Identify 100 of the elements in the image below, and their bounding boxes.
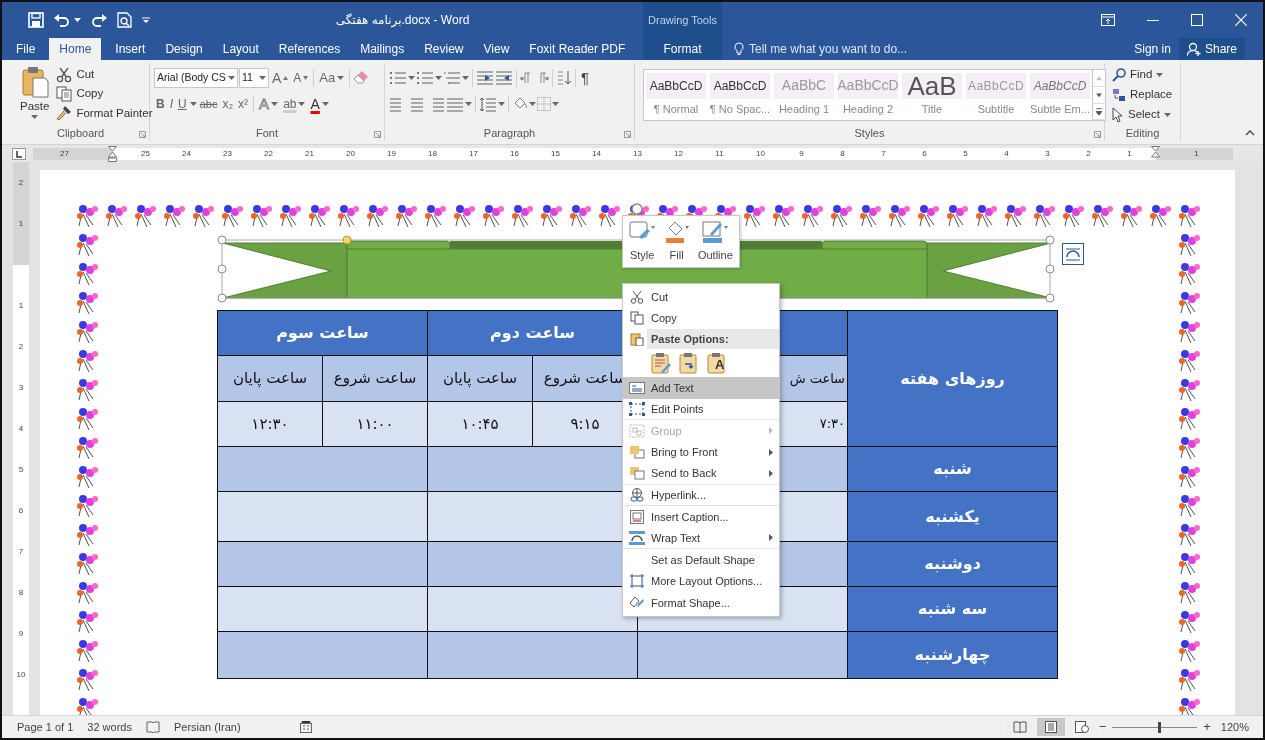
editing-command[interactable]: Find [1109, 65, 1176, 85]
grow-font-button[interactable]: A [270, 67, 291, 89]
strikethrough-button[interactable]: abc [197, 95, 220, 113]
caret-icon[interactable] [1163, 113, 1171, 117]
view-button[interactable] [1036, 718, 1065, 736]
ribbon-tab[interactable]: Design [155, 38, 213, 60]
ribbon-tab[interactable]: Review [414, 38, 474, 60]
eraser-icon[interactable] [353, 70, 370, 86]
tell-me-field[interactable]: Tell me what you want to do... [749, 40, 908, 58]
caret-icon[interactable] [462, 76, 469, 80]
maximize-icon[interactable] [1191, 14, 1203, 26]
caret-icon[interactable] [31, 115, 39, 120]
line-spacing-icon[interactable] [479, 96, 497, 112]
zoom-out-button[interactable]: − [1098, 717, 1107, 737]
sign-in-link[interactable]: Sign in [1126, 38, 1179, 60]
macro-recording-icon[interactable] [299, 721, 312, 733]
proofing-book-icon[interactable] [145, 721, 160, 733]
italic-button[interactable]: I [167, 95, 175, 113]
dialog-launcher-icon[interactable] [374, 131, 381, 138]
caret-icon[interactable] [321, 102, 329, 106]
caret-icon[interactable] [529, 102, 536, 106]
menu-item[interactable]: Cut [623, 286, 779, 308]
lightbulb-icon[interactable] [734, 42, 744, 56]
indent-marker-icon[interactable] [108, 145, 117, 162]
fill-bucket-icon[interactable] [663, 219, 690, 244]
increase-indent-icon[interactable] [495, 70, 513, 86]
menu-item[interactable]: Send to Back [623, 463, 779, 485]
ribbon-tab[interactable]: Format [643, 38, 722, 60]
font-color-button[interactable]: A [308, 93, 331, 115]
bold-button[interactable]: B [154, 95, 167, 113]
redo-icon[interactable] [91, 13, 107, 27]
menu-item[interactable]: Hyperlink... [623, 484, 779, 506]
font-size-field[interactable]: 11 [239, 68, 269, 88]
mini-toolbar-button[interactable]: Style [629, 219, 656, 264]
dialog-launcher-icon[interactable] [624, 131, 631, 138]
collapse-ribbon-icon[interactable] [1245, 130, 1255, 136]
change-case-button[interactable]: Aa [317, 68, 347, 88]
close-icon[interactable] [1235, 14, 1247, 26]
caret-down-icon[interactable] [303, 76, 309, 80]
ribbon-tab[interactable]: Mailings [350, 38, 415, 60]
mini-toolbar-button[interactable]: Outline [697, 219, 733, 264]
subscript-button[interactable]: x₂ [220, 95, 236, 113]
clipboard-command[interactable]: Cut [53, 65, 156, 85]
editing-command[interactable]: Replace [1109, 85, 1176, 105]
paintbrush-icon[interactable] [56, 105, 73, 122]
paste-text-only-icon[interactable] [707, 352, 727, 374]
undo-icon[interactable] [54, 13, 70, 27]
menu-item[interactable]: Wrap Text [623, 527, 779, 549]
multilevel-list-icon[interactable] [443, 70, 461, 86]
paste-merge-icon[interactable] [679, 352, 699, 374]
dialog-launcher-icon[interactable] [139, 131, 146, 138]
menu-item[interactable]: More Layout Options... [623, 570, 779, 592]
caret-icon[interactable] [465, 102, 472, 106]
paste-button[interactable]: Paste [16, 65, 54, 125]
caret-icon[interactable] [1156, 73, 1164, 77]
zoom-level[interactable]: 120% [1220, 718, 1249, 736]
numbered-list-icon[interactable] [416, 70, 434, 86]
editing-command[interactable]: Select [1109, 105, 1176, 125]
menu-item[interactable]: Set as Default Shape [623, 549, 779, 571]
shrink-font-button[interactable]: A [291, 69, 311, 87]
caret-icon[interactable] [337, 76, 345, 80]
caret-icon[interactable] [189, 102, 197, 106]
ribbon-display-icon[interactable] [1101, 14, 1115, 26]
person-add-icon[interactable] [1186, 42, 1201, 56]
ribbon-tab[interactable]: View [473, 38, 520, 60]
save-icon[interactable] [28, 12, 44, 28]
ribbon-tab[interactable]: Foxit Reader PDF [519, 38, 636, 60]
caret-icon[interactable] [552, 102, 559, 106]
caret-icon[interactable] [228, 76, 235, 80]
caret-icon[interactable] [74, 18, 81, 22]
show-marks-button[interactable]: ¶ [579, 66, 592, 90]
menu-item[interactable]: Edit Points [623, 398, 779, 420]
ribbon-tab[interactable]: Home [49, 38, 102, 60]
paste-keep-source-icon[interactable] [651, 352, 671, 374]
highlight-button[interactable]: ab [281, 95, 308, 113]
underline-button[interactable]: U [176, 95, 189, 113]
customize-icon[interactable] [142, 16, 150, 24]
ribbon-tab[interactable]: Layout [212, 38, 269, 60]
caret-icon[interactable] [408, 76, 415, 80]
copy-icon[interactable] [56, 85, 73, 102]
ribbon-tab[interactable]: Insert [105, 38, 156, 60]
clipboard-icon[interactable] [20, 66, 49, 98]
ribbon-tab[interactable]: File [6, 38, 46, 60]
replace-icon[interactable] [1112, 87, 1126, 103]
menu-item[interactable]: Format Shape... [623, 592, 779, 614]
menu-item[interactable]: Add Text [623, 377, 779, 399]
caret-icon[interactable] [298, 102, 306, 106]
search-icon[interactable] [1112, 68, 1126, 82]
scissors-icon[interactable] [56, 66, 73, 83]
ribbon-tab[interactable]: References [268, 38, 351, 60]
caret-icon[interactable] [498, 102, 505, 106]
outline-pen-icon[interactable] [702, 219, 729, 244]
cursor-icon[interactable] [1112, 107, 1124, 123]
word-count[interactable]: 32 words [87, 718, 132, 736]
clipboard-command[interactable]: Format Painter [53, 103, 156, 123]
decrease-indent-icon[interactable] [476, 70, 494, 86]
language-indicator[interactable]: Persian (Iran) [173, 718, 241, 736]
tab-selector-icon[interactable] [12, 147, 26, 160]
clipboard-command[interactable]: Copy [53, 84, 156, 104]
caret-up-icon[interactable] [283, 76, 289, 80]
